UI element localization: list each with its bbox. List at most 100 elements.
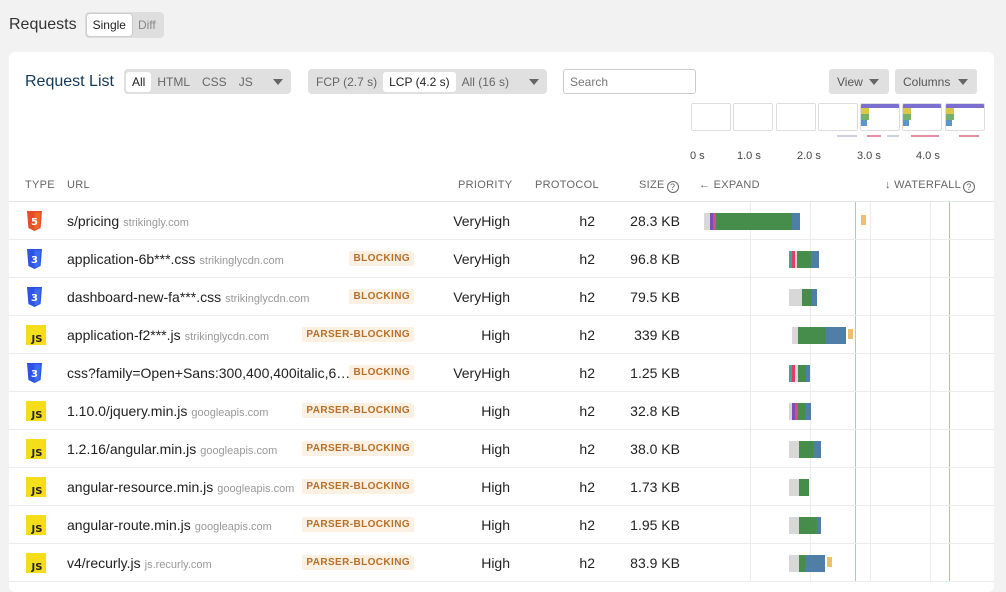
waterfall-cell[interactable] bbox=[689, 430, 994, 467]
waterfall-cell[interactable] bbox=[689, 544, 994, 581]
view-button-label: View bbox=[837, 74, 863, 89]
request-url[interactable]: s/pricing strikingly.com bbox=[67, 213, 189, 229]
table-row[interactable]: 3 css?family=Open+Sans:300,400,400italic,… bbox=[9, 354, 994, 392]
waterfall-cell[interactable] bbox=[689, 278, 994, 315]
priority-cell: VeryHigh bbox=[453, 213, 510, 229]
waterfall-segment bbox=[817, 517, 821, 534]
waterfall-gridline bbox=[750, 316, 751, 353]
svg-text:JS: JS bbox=[31, 524, 43, 535]
waterfall-gridline bbox=[949, 202, 950, 239]
request-url[interactable]: dashboard-new-fa***.css strikinglycdn.com bbox=[67, 289, 309, 305]
javascript-icon: JS bbox=[26, 325, 46, 345]
waterfall-cell[interactable] bbox=[689, 468, 994, 505]
css3-icon: 3 bbox=[26, 249, 43, 269]
filmstrip-frame[interactable] bbox=[776, 103, 816, 131]
header-url[interactable]: URL bbox=[67, 179, 90, 191]
header-waterfall[interactable]: ↓ WATERFALL? bbox=[885, 179, 976, 193]
header-type[interactable]: TYPE bbox=[25, 179, 55, 191]
request-url[interactable]: css?family=Open+Sans:300,400,400italic,6… bbox=[67, 365, 350, 381]
filmstrip-frame[interactable] bbox=[902, 103, 942, 131]
filmstrip-frame[interactable] bbox=[733, 103, 773, 131]
request-url[interactable]: angular-route.min.js googleapis.com bbox=[67, 517, 272, 533]
waterfall-gridline bbox=[870, 468, 871, 505]
header-protocol[interactable]: PROTOCOL bbox=[535, 179, 599, 191]
filmstrip-frame[interactable] bbox=[860, 103, 900, 131]
waterfall-segment bbox=[848, 329, 853, 339]
waterfall-gridline bbox=[930, 240, 931, 277]
request-url[interactable]: v4/recurly.js js.recurly.com bbox=[67, 555, 212, 571]
request-url[interactable]: 1.2.16/angular.min.js googleapis.com bbox=[67, 441, 277, 457]
table-row[interactable]: JS 1.2.16/angular.min.js googleapis.com PAR… bbox=[9, 430, 994, 468]
waterfall-cell[interactable] bbox=[689, 240, 994, 277]
waterfall-cell[interactable] bbox=[689, 506, 994, 543]
filmstrip-frame[interactable] bbox=[818, 103, 858, 131]
header-size[interactable]: SIZE? bbox=[639, 179, 679, 193]
waterfall-gridline bbox=[949, 544, 950, 581]
waterfall-segment bbox=[825, 327, 846, 344]
chevron-down-icon bbox=[868, 78, 879, 85]
timeline-label: 4.0 s bbox=[916, 150, 940, 162]
filmstrip-frame[interactable] bbox=[945, 103, 985, 131]
protocol-cell: h2 bbox=[579, 403, 595, 419]
search-input[interactable] bbox=[563, 69, 696, 94]
waterfall-gridline bbox=[855, 354, 856, 391]
filmstrip-frame[interactable] bbox=[691, 103, 731, 131]
request-url[interactable]: application-6b***.css strikinglycdn.com bbox=[67, 251, 284, 267]
css3-icon: 3 bbox=[26, 363, 43, 383]
request-path: application-6b***.css bbox=[67, 251, 196, 267]
filter-all-button[interactable]: All bbox=[126, 71, 152, 92]
filter-js-button[interactable]: JS bbox=[233, 72, 259, 92]
svg-text:JS: JS bbox=[31, 448, 43, 459]
help-icon[interactable]: ? bbox=[963, 181, 976, 193]
table-row[interactable]: JS angular-route.min.js googleapis.com PARS… bbox=[9, 506, 994, 544]
request-url[interactable]: angular-resource.min.js googleapis.com bbox=[67, 479, 294, 495]
waterfall-gridline bbox=[750, 430, 751, 467]
waterfall-gridline bbox=[855, 468, 856, 505]
request-url[interactable]: 1.10.0/jquery.min.js googleapis.com bbox=[67, 403, 268, 419]
type-filter-dropdown-icon[interactable] bbox=[272, 78, 283, 85]
blocking-badge: BLOCKING bbox=[349, 365, 414, 380]
table-row[interactable]: JS 1.10.0/jquery.min.js googleapis.com PARS… bbox=[9, 392, 994, 430]
javascript-icon: JS bbox=[26, 477, 46, 497]
expand-button[interactable]: ← EXPAND bbox=[699, 179, 760, 191]
table-row[interactable]: JS v4/recurly.js js.recurly.com PARSER-BLOC… bbox=[9, 544, 994, 582]
filmstrip-marker bbox=[867, 135, 881, 137]
protocol-cell: h2 bbox=[579, 479, 595, 495]
timeline-label: 2.0 s bbox=[797, 150, 821, 162]
waterfall-segment bbox=[797, 251, 811, 268]
blocking-badge: BLOCKING bbox=[349, 251, 414, 266]
time-filter-dropdown-icon[interactable] bbox=[528, 78, 539, 85]
table-row[interactable]: 5 s/pricing strikingly.com VeryHigh h2 28.3 K… bbox=[9, 202, 994, 240]
arrow-left-icon: ← bbox=[699, 179, 714, 191]
waterfall-cell[interactable] bbox=[689, 202, 994, 239]
view-button[interactable]: View bbox=[829, 69, 889, 94]
table-row[interactable]: JS application-f2***.js strikinglycdn.com P… bbox=[9, 316, 994, 354]
filter-fcp-button[interactable]: FCP (2.7 s) bbox=[310, 72, 383, 92]
help-icon[interactable]: ? bbox=[666, 181, 679, 193]
waterfall-gridline bbox=[870, 506, 871, 543]
size-cell: 32.8 KB bbox=[630, 403, 680, 419]
mode-single-button[interactable]: Single bbox=[86, 14, 132, 36]
filter-lcp-button[interactable]: LCP (4.2 s) bbox=[383, 71, 456, 92]
svg-text:JS: JS bbox=[31, 486, 43, 497]
table-row[interactable]: 3 application-6b***.css strikinglycdn.com B… bbox=[9, 240, 994, 278]
waterfall-cell[interactable] bbox=[689, 316, 994, 353]
waterfall-cell[interactable] bbox=[689, 392, 994, 429]
arrow-down-icon: ↓ bbox=[885, 179, 895, 191]
table-row[interactable]: 3 dashboard-new-fa***.css strikinglycdn.co… bbox=[9, 278, 994, 316]
mode-diff-button[interactable]: Diff bbox=[132, 14, 162, 36]
priority-cell: VeryHigh bbox=[453, 251, 510, 267]
request-path: angular-resource.min.js bbox=[67, 479, 214, 495]
filter-all-time-button[interactable]: All (16 s) bbox=[456, 72, 515, 92]
header-priority[interactable]: PRIORITY bbox=[458, 179, 512, 191]
css3-icon: 3 bbox=[26, 287, 43, 307]
request-url[interactable]: application-f2***.js strikinglycdn.com bbox=[67, 327, 269, 343]
waterfall-gridline bbox=[949, 506, 950, 543]
filter-html-button[interactable]: HTML bbox=[151, 72, 196, 92]
waterfall-cell[interactable] bbox=[689, 354, 994, 391]
waterfall-gridline bbox=[870, 240, 871, 277]
waterfall-gridline bbox=[870, 354, 871, 391]
table-row[interactable]: JS angular-resource.min.js googleapis.com P… bbox=[9, 468, 994, 506]
columns-button[interactable]: Columns bbox=[895, 69, 977, 94]
filter-css-button[interactable]: CSS bbox=[196, 72, 233, 92]
